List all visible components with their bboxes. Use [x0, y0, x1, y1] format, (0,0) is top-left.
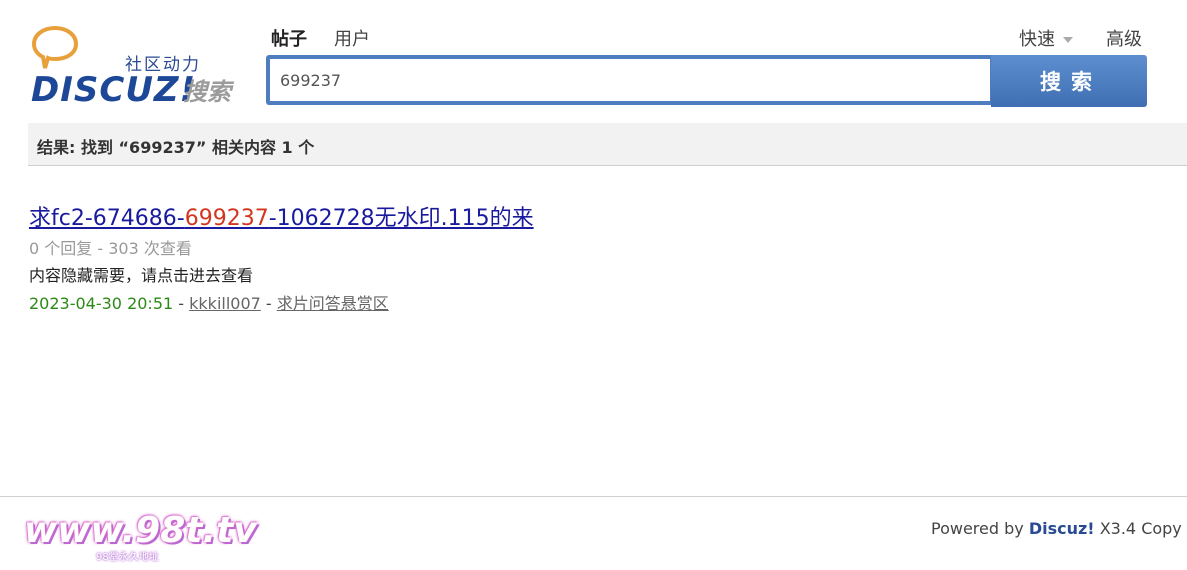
powered-brand-link[interactable]: Discuz! [1029, 519, 1095, 538]
logo-search-word: 搜索 [183, 78, 231, 106]
powered-by: Powered by Discuz! X3.4 Copy [931, 519, 1182, 538]
result-date: 2023-04-30 20:51 [29, 294, 174, 313]
powered-prefix: Powered by [931, 519, 1029, 538]
search-button[interactable]: 搜索 [991, 55, 1147, 107]
advanced-search-link[interactable]: 高级 [1106, 25, 1142, 51]
chevron-down-icon [1063, 37, 1073, 43]
footer-site-logo[interactable]: www.98t.tv 98堂永久地址 [24, 510, 257, 565]
footer-logo-subtext: 98堂永久地址 [96, 552, 159, 563]
result-forum-link[interactable]: 求片问答悬赏区 [277, 294, 389, 313]
results-summary: 结果: 找到 “699237” 相关内容 1 个 [37, 138, 315, 157]
quick-search-dropdown[interactable]: 快速 [1019, 25, 1073, 51]
footer-divider [0, 496, 1187, 497]
separator: - [260, 294, 277, 313]
result-author-link[interactable]: kkkill007 [189, 294, 261, 313]
result-title-suffix: -1062728无水印.115的来 [268, 206, 534, 231]
result-title-highlight: 699237 [184, 206, 269, 231]
powered-suffix: X3.4 Copy [1094, 519, 1182, 538]
tab-users[interactable]: 用户 [334, 25, 370, 51]
result-title-prefix: 求fc2-674686- [29, 206, 185, 231]
speech-bubble-icon [31, 25, 79, 69]
result-excerpt: 内容隐藏需要，请点击进去查看 [29, 266, 254, 285]
result-title-link[interactable]: 求fc2-674686-699237-1062728无水印.115的来 [29, 200, 534, 232]
tab-posts[interactable]: 帖子 [271, 25, 307, 51]
footer-logo-text: www.98t.tv [24, 510, 257, 551]
quick-search-label: 快速 [1019, 29, 1055, 50]
logo-wordmark: DISCUZ! [31, 70, 197, 110]
discuz-search-logo[interactable]: 社区动力 DISCUZ! 搜索 [28, 20, 243, 110]
separator: - [173, 294, 190, 313]
search-input[interactable] [270, 59, 990, 101]
results-summary-bar: 结果: 找到 “699237” 相关内容 1 个 [28, 123, 1187, 166]
result-info: 2023-04-30 20:51 - kkkill007 - 求片问答悬赏区 [29, 290, 389, 314]
result-meta: 0 个回复 - 303 次查看 [29, 239, 192, 258]
